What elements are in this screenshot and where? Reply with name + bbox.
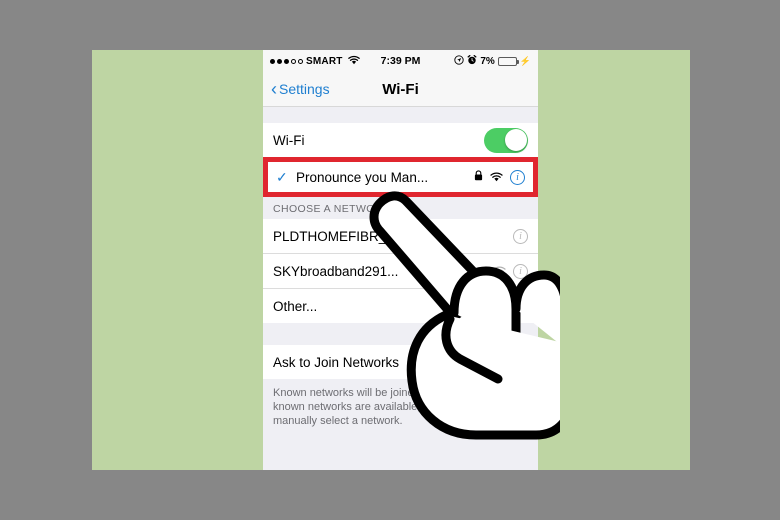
chevron-left-icon: ‹ xyxy=(271,79,277,99)
ask-to-join-footer: Known networks will be joined automatica… xyxy=(263,379,538,428)
ask-to-join-label: Ask to Join Networks xyxy=(273,354,400,370)
alarm-clock-icon xyxy=(467,54,477,68)
wifi-toggle-row[interactable]: Wi-Fi xyxy=(263,123,538,157)
nav-bar: ‹ Settings Wi-Fi xyxy=(263,72,538,107)
status-bar: SMART 7:39 PM 7% ⚡ xyxy=(263,50,538,72)
back-button-label: Settings xyxy=(279,81,330,97)
signal-dot-filled xyxy=(270,58,275,64)
wifi-icon xyxy=(493,264,506,279)
info-circle-icon[interactable]: i xyxy=(513,263,528,279)
toggle-knob xyxy=(504,129,527,151)
ask-to-join-row[interactable]: Ask to Join Networks xyxy=(263,345,538,379)
wifi-icon xyxy=(347,55,360,68)
connected-network-highlight: ✓ Pronounce you Man... i xyxy=(263,157,538,197)
status-bar-right: 7% ⚡ xyxy=(454,54,531,68)
battery-percent-label: 7% xyxy=(480,55,495,67)
lightning-bolt-icon: ⚡ xyxy=(519,55,531,66)
connected-network-name: Pronounce you Man... xyxy=(296,169,429,185)
network-row[interactable]: PLDTHOMEFIBR_Yoy... i xyxy=(263,219,538,254)
lock-icon xyxy=(474,170,483,184)
section-gap xyxy=(263,107,538,123)
signal-dot-empty xyxy=(298,58,303,64)
signal-dot-empty xyxy=(291,58,296,64)
network-row-icons: i xyxy=(493,263,528,279)
location-arrow-icon xyxy=(454,54,464,68)
back-button[interactable]: ‹ Settings xyxy=(271,80,330,98)
network-name: PLDTHOMEFIBR_Yoy... xyxy=(273,228,419,244)
signal-dot-filled xyxy=(277,58,282,64)
settings-content: Wi-Fi ✓ Pronounce you Man... i CHOOSE A … xyxy=(263,107,538,470)
network-row-other[interactable]: Other... xyxy=(263,289,538,323)
info-circle-icon[interactable]: i xyxy=(510,169,525,185)
battery-icon xyxy=(497,56,519,66)
status-bar-left: SMART xyxy=(270,55,360,68)
wifi-toggle-label: Wi-Fi xyxy=(273,132,305,148)
signal-strength-dots xyxy=(270,58,303,64)
signal-dot-filled xyxy=(284,58,289,64)
info-circle-icon[interactable]: i xyxy=(513,228,528,244)
phone-screen: SMART 7:39 PM 7% ⚡ ‹ Settings Wi-Fi Wi-F… xyxy=(263,50,538,470)
connected-network-icons: i xyxy=(474,169,525,185)
connected-network-row[interactable]: ✓ Pronounce you Man... i xyxy=(268,162,533,192)
choose-network-header: CHOOSE A NETWORK... xyxy=(263,197,538,219)
network-name: SKYbroadband291... xyxy=(273,263,399,279)
network-row[interactable]: SKYbroadband291... i xyxy=(263,254,538,289)
wifi-icon xyxy=(490,170,503,185)
carrier-label: SMART xyxy=(306,55,343,67)
network-name: Other... xyxy=(273,298,318,314)
checkmark-icon: ✓ xyxy=(276,168,288,185)
section-gap xyxy=(263,323,538,345)
wifi-toggle-switch[interactable] xyxy=(484,127,528,153)
network-row-icons: i xyxy=(513,228,528,244)
